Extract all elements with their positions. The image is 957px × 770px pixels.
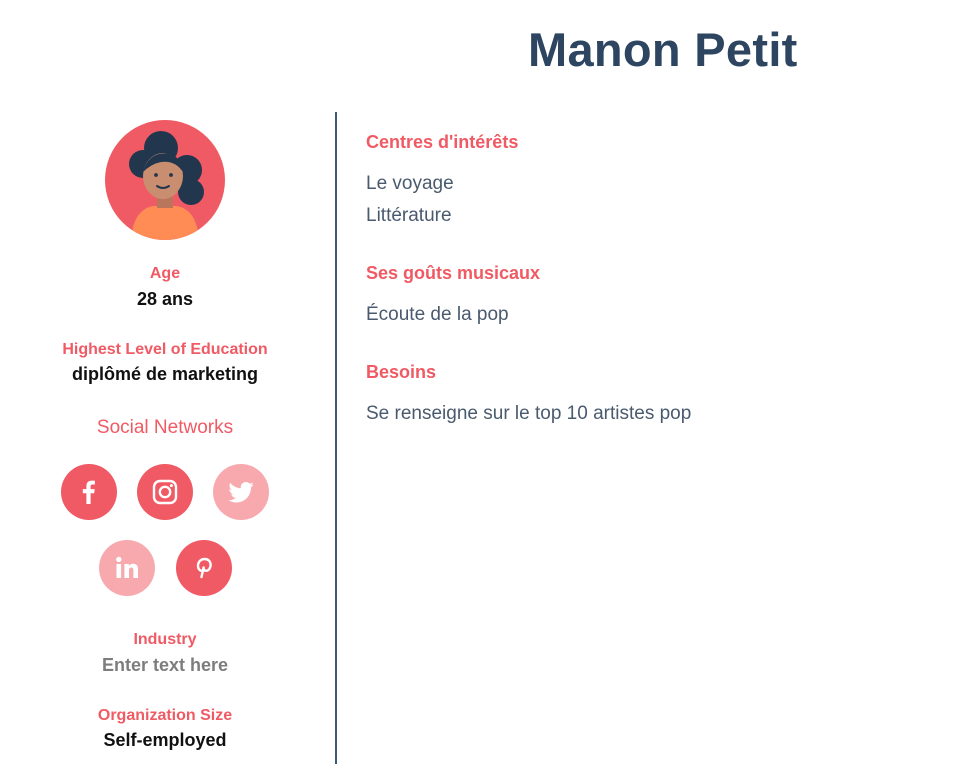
persona-name: Manon Petit	[528, 23, 798, 76]
education-label: Highest Level of Education	[62, 341, 268, 358]
social-networks-label: Social Networks	[96, 417, 234, 438]
music-item: Écoute de la pop	[366, 304, 509, 325]
instagram-button[interactable]	[137, 464, 193, 520]
interest-item: Le voyage	[366, 173, 454, 194]
facebook-button[interactable]	[61, 464, 117, 520]
instagram-icon	[152, 479, 178, 505]
twitter-icon	[228, 482, 254, 503]
profile-column: Age 28 ans Highest Level of Education di…	[0, 0, 335, 770]
pinterest-button[interactable]	[176, 540, 232, 596]
twitter-button[interactable]	[213, 464, 269, 520]
organization-size-value: Self-employed	[103, 730, 227, 750]
age-value: 28 ans	[136, 289, 194, 309]
interest-item: Littérature	[366, 205, 452, 226]
pinterest-icon	[196, 557, 212, 579]
industry-value[interactable]: Enter text here	[0, 655, 330, 676]
industry-label: Industry	[133, 631, 197, 648]
age-label: Age	[149, 265, 181, 282]
facebook-icon	[82, 480, 95, 504]
linkedin-button[interactable]	[99, 540, 155, 596]
education-value: diplômé de marketing	[71, 364, 259, 384]
woman-avatar-icon	[105, 120, 225, 240]
music-title: Ses goûts musicaux	[366, 263, 541, 283]
needs-title: Besoins	[366, 362, 437, 382]
organization-size-label: Organization Size	[97, 707, 233, 724]
needs-item: Se renseigne sur le top 10 artistes pop	[366, 403, 692, 424]
interests-title: Centres d'intérêts	[366, 132, 519, 152]
linkedin-icon	[116, 556, 138, 578]
column-divider	[335, 112, 337, 764]
